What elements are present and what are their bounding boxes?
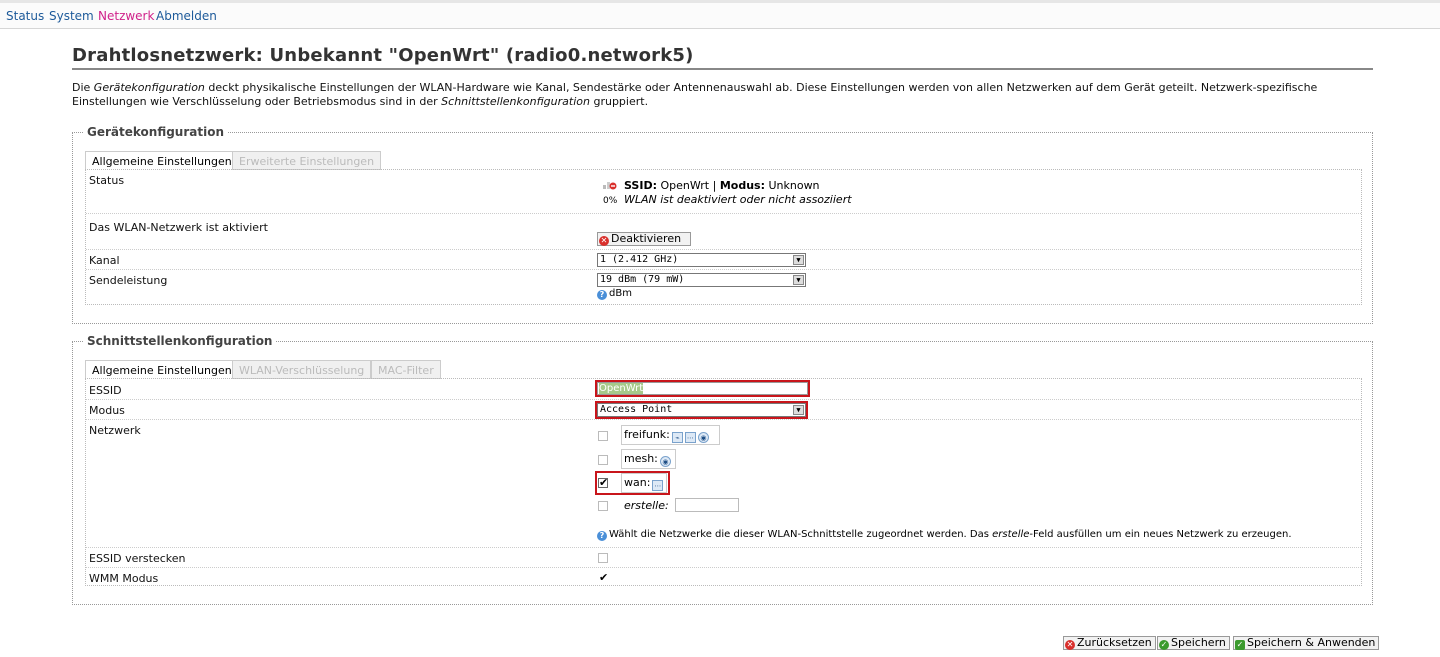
signal-disabled-icon <box>603 178 617 190</box>
wan-checkbox[interactable] <box>598 476 608 489</box>
save-apply-button[interactable]: ✓ Speichern & Anwenden <box>1233 636 1380 650</box>
tab-iface-general[interactable]: Allgemeine Einstellungen <box>85 360 239 379</box>
chevron-down-icon: ▼ <box>793 405 804 415</box>
nav-netzwerk[interactable]: Netzwerk <box>98 9 154 23</box>
help-icon: ? <box>597 531 607 541</box>
signal-percent: 0% <box>603 196 618 206</box>
wmm-label: WMM Modus <box>89 572 159 585</box>
network-mesh: mesh: ◉ <box>621 449 676 469</box>
tab-mac-filter[interactable]: MAC-Filter <box>371 360 441 379</box>
checkmark-icon: ✓ <box>1159 640 1169 650</box>
interface-config-section: Schnittstellenkonfiguration Allgemeine E… <box>72 334 1373 605</box>
create-network-input[interactable] <box>675 498 739 512</box>
status-label: Status <box>89 174 125 187</box>
nav-abmelden[interactable]: Abmelden <box>156 9 217 23</box>
page-description: Die Gerätekonfiguration deckt physikalis… <box>72 81 1318 108</box>
network-freifunk: freifunk: ⌁ ⋯ ◉ <box>621 425 720 445</box>
freifunk-checkbox[interactable] <box>598 431 608 441</box>
device-settings-table: Status 0% SSID: OpenWrt | Modus: Unknown… <box>85 169 1362 305</box>
wmm-checkbox[interactable] <box>598 571 608 584</box>
network-help: ? Wählt die Netzwerke die dieser WLAN-Sch… <box>597 529 1292 541</box>
reset-button[interactable]: ✕ Zurücksetzen <box>1063 636 1156 650</box>
mesh-checkbox[interactable] <box>598 455 608 465</box>
interface-settings-table: ESSID OpenWrt Modus Access Point ▼ Netzwe… <box>85 378 1362 586</box>
wifi-icon: ◉ <box>697 432 709 443</box>
interface-icon: ⌁ <box>671 432 683 443</box>
hide-essid-label: ESSID verstecken <box>89 552 186 565</box>
txpower-label: Sendeleistung <box>89 274 168 287</box>
page-title: Drahtlosnetzwerk: Unbekannt "OpenWrt" (r… <box>72 45 1373 70</box>
network-wan: wan: ⋯ <box>621 473 667 493</box>
tab-advanced-settings[interactable]: Erweiterte Einstellungen <box>232 151 382 170</box>
deactivate-button[interactable]: ✕ Deaktivieren <box>597 232 691 246</box>
create-label: erstelle: <box>624 499 669 512</box>
chevron-down-icon: ▼ <box>793 255 804 265</box>
essid-label: ESSID <box>89 384 122 397</box>
nav-system[interactable]: System <box>49 9 94 23</box>
reset-icon: ✕ <box>1065 640 1075 650</box>
ssid-status: SSID: OpenWrt | Modus: Unknown <box>624 179 820 192</box>
tab-wlan-encryption[interactable]: WLAN-Verschlüsselung <box>232 360 372 379</box>
status-note: WLAN ist deaktiviert oder nicht assoziie… <box>624 193 852 206</box>
save-button[interactable]: ✓ Speichern <box>1157 636 1230 650</box>
wifi-icon: ◉ <box>659 456 671 467</box>
tab-general-settings[interactable]: Allgemeine Einstellungen <box>85 151 239 170</box>
nav-status[interactable]: Status <box>6 9 44 23</box>
essid-input[interactable]: OpenWrt <box>595 380 810 397</box>
chevron-down-icon: ▼ <box>793 275 804 285</box>
create-network-checkbox[interactable] <box>598 501 608 511</box>
apply-icon: ✓ <box>1235 640 1245 650</box>
switch-icon: ⋯ <box>652 480 664 491</box>
wlan-enabled-label: Das WLAN-Netzwerk ist aktiviert <box>89 221 268 234</box>
network-label: Netzwerk <box>89 424 141 437</box>
hide-essid-checkbox[interactable] <box>598 553 608 563</box>
txpower-help: ? dBm <box>597 288 632 300</box>
channel-label: Kanal <box>89 254 120 267</box>
device-config-legend: Gerätekonfiguration <box>83 125 229 139</box>
mode-select[interactable]: Access Point ▼ <box>595 401 808 419</box>
mode-label: Modus <box>89 404 125 417</box>
help-icon: ? <box>597 290 607 300</box>
device-config-section: Gerätekonfiguration Allgemeine Einstellu… <box>72 125 1373 324</box>
deactivate-icon: ✕ <box>599 236 609 246</box>
switch-icon: ⋯ <box>684 432 696 443</box>
txpower-select[interactable]: 19 dBm (79 mW) ▼ <box>597 273 806 287</box>
interface-config-legend: Schnittstellenkonfiguration <box>83 334 277 348</box>
channel-select[interactable]: 1 (2.412 GHz) ▼ <box>597 253 806 267</box>
